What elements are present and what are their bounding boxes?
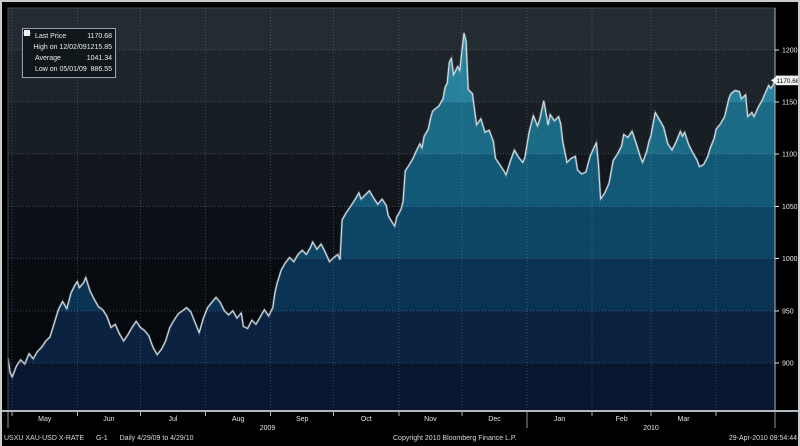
price-chart-svg: 900 950 1000 1050 1100 1150 1200 1170.68 May Jun J… — [0, 0, 800, 446]
svg-text:2010: 2010 — [643, 425, 659, 432]
legend-label: Last Price — [35, 33, 87, 40]
svg-text:Dec: Dec — [488, 416, 501, 423]
svg-text:May: May — [38, 416, 52, 423]
svg-text:Feb: Feb — [616, 416, 628, 423]
svg-text:2009: 2009 — [260, 425, 276, 432]
svg-text:Oct: Oct — [361, 416, 372, 423]
svg-text:Mar: Mar — [678, 416, 691, 423]
ticker-text: USXU XAU-USD X-RATE — [4, 435, 84, 442]
legend-label: High on 12/02/09 — [33, 44, 86, 51]
legend-item-high[interactable]: High on 12/02/09 1215.85 — [25, 42, 112, 53]
svg-text:900: 900 — [782, 361, 794, 368]
copyright-text: Copyright 2010 Bloomberg Finance L.P. — [393, 435, 517, 442]
svg-text:1200: 1200 — [782, 47, 798, 54]
legend-label: Average — [35, 55, 87, 62]
legend-value: 1215.85 — [87, 44, 112, 51]
svg-text:Jul: Jul — [169, 416, 178, 423]
timestamp-text: 29-Apr-2010 09:54:44 — [729, 435, 797, 442]
svg-text:1000: 1000 — [782, 256, 798, 263]
svg-text:1150: 1150 — [782, 100, 797, 107]
legend-item-average[interactable]: Average 1041.34 — [25, 53, 112, 64]
svg-text:1170.68: 1170.68 — [776, 78, 799, 85]
legend-value: 1041.34 — [87, 55, 112, 62]
chart-plot-area[interactable] — [8, 8, 775, 411]
x-axis-labels: May Jun Jul Aug Sep Oct Nov Dec Jan Feb Mar 2009 201… — [8, 412, 775, 432]
legend-label: Low on 05/01/09 — [35, 66, 91, 73]
svg-text:Aug: Aug — [232, 416, 245, 423]
window-frame-left — [0, 0, 2, 446]
legend-item-last-price[interactable]: Last Price 1170.68 — [25, 31, 112, 42]
legend-item-low[interactable]: Low on 05/01/09 886.55 — [25, 64, 112, 75]
y-axis-labels: 900 950 1000 1050 1100 1150 1200 — [775, 47, 798, 367]
status-bar: USXU XAU-USD X-RATE G-1 Daily 4/29/09 to… — [0, 433, 800, 446]
window-frame-top — [0, 0, 800, 2]
status-left: USXU XAU-USD X-RATE G-1 Daily 4/29/09 to… — [4, 435, 204, 442]
chart-legend: Last Price 1170.68 High on 12/02/09 1215… — [22, 28, 116, 78]
svg-text:1050: 1050 — [782, 204, 798, 211]
svg-text:1100: 1100 — [782, 152, 797, 159]
legend-value: 1170.68 — [87, 33, 112, 40]
svg-text:Jun: Jun — [103, 416, 114, 423]
svg-text:Jan: Jan — [554, 416, 565, 423]
chart-id-text: G-1 — [96, 435, 108, 442]
svg-text:Nov: Nov — [424, 416, 437, 423]
period-text: Daily 4/29/09 to 4/29/10 — [120, 435, 194, 442]
svg-text:950: 950 — [782, 308, 794, 315]
legend-value: 886.55 — [91, 66, 112, 73]
svg-text:Sep: Sep — [296, 416, 309, 423]
